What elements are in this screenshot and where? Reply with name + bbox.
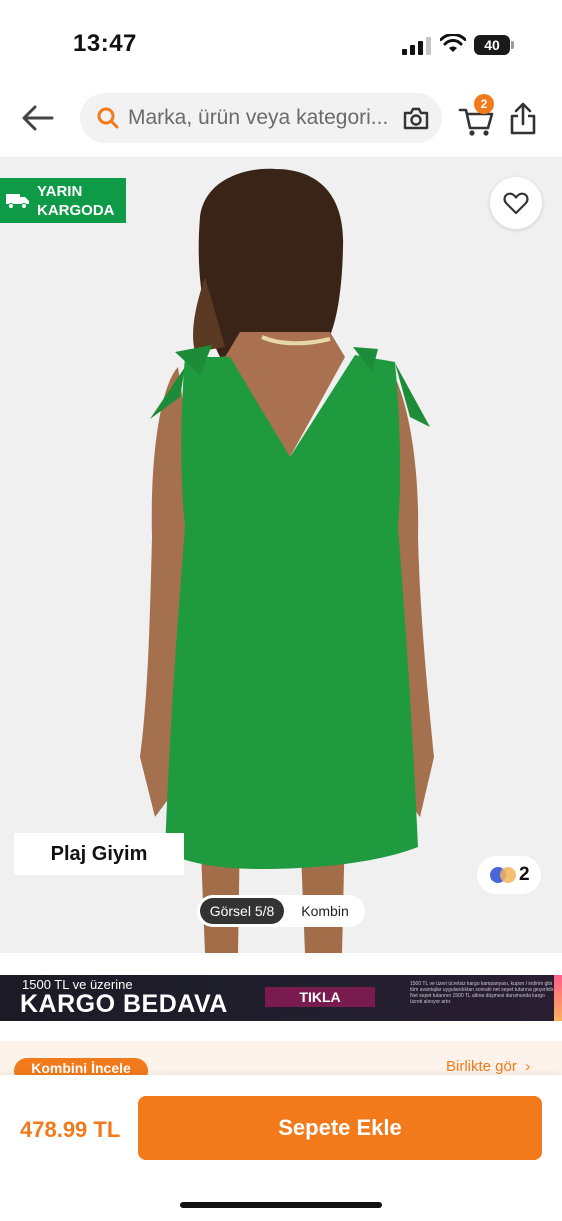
favorite-button[interactable]: [490, 177, 542, 229]
camera-icon[interactable]: [402, 105, 430, 131]
search-box[interactable]: [80, 93, 442, 143]
combo-strip: Kombini İncele Birlikte gör ›: [0, 1041, 562, 1075]
color-dots-icon: [490, 867, 516, 883]
header: 2: [0, 80, 562, 156]
signal-icon: [402, 37, 431, 55]
add-to-cart-button[interactable]: Sepete Ekle: [138, 1096, 542, 1160]
category-tag[interactable]: Plaj Giyim: [14, 833, 184, 875]
promo-accent: [554, 975, 562, 1021]
wifi-icon: [440, 34, 466, 52]
search-icon: [97, 107, 119, 129]
view-combo-tag[interactable]: Kombini İncele: [14, 1058, 148, 1075]
promo-fine-print: 1500 TL ve üzeri ücretsiz kargo kampanya…: [410, 981, 555, 1005]
color-variant-count: 2: [519, 864, 530, 885]
status-time: 13:47: [73, 30, 137, 57]
free-shipping-banner[interactable]: 1500 TL ve üzerine KARGO BEDAVA TIKLA 15…: [0, 975, 562, 1021]
image-view-toggle: Görsel 5/8 Kombin: [197, 895, 365, 927]
promo-title: KARGO BEDAVA: [20, 990, 228, 1018]
share-icon[interactable]: [508, 100, 538, 136]
color-variant-button[interactable]: 2: [477, 856, 541, 894]
product-image-gallery[interactable]: YARIN KARGODA Plaj Giyim 2 Görsel 5/8 Ko…: [0, 157, 562, 953]
product-price: 478.99 TL: [20, 1117, 121, 1142]
cart-count-badge: 2: [474, 94, 494, 114]
see-together-link[interactable]: Birlikte gör ›: [446, 1058, 530, 1075]
bottom-action-bar: 478.99 TL Sepete Ekle: [0, 1075, 562, 1221]
back-arrow-icon[interactable]: [18, 100, 58, 136]
battery-level: 40: [484, 37, 500, 53]
cargo-badge-label: YARIN KARGODA: [37, 183, 115, 219]
cargo-badge: YARIN KARGODA: [0, 178, 126, 223]
combine-tab[interactable]: Kombin: [289, 898, 361, 924]
search-input[interactable]: [128, 93, 398, 143]
truck-icon: [6, 194, 29, 209]
heart-icon: [503, 192, 529, 215]
home-indicator[interactable]: [180, 1202, 382, 1208]
promo-cta-button[interactable]: TIKLA: [265, 987, 375, 1007]
cart-button[interactable]: 2: [458, 94, 494, 138]
status-bar: 13:47 40: [0, 0, 562, 80]
gallery-tab[interactable]: Görsel 5/8: [200, 898, 284, 924]
battery-icon: 40: [474, 35, 514, 55]
chevron-right-icon: ›: [521, 1058, 531, 1075]
see-together-label: Birlikte gör: [446, 1058, 517, 1075]
